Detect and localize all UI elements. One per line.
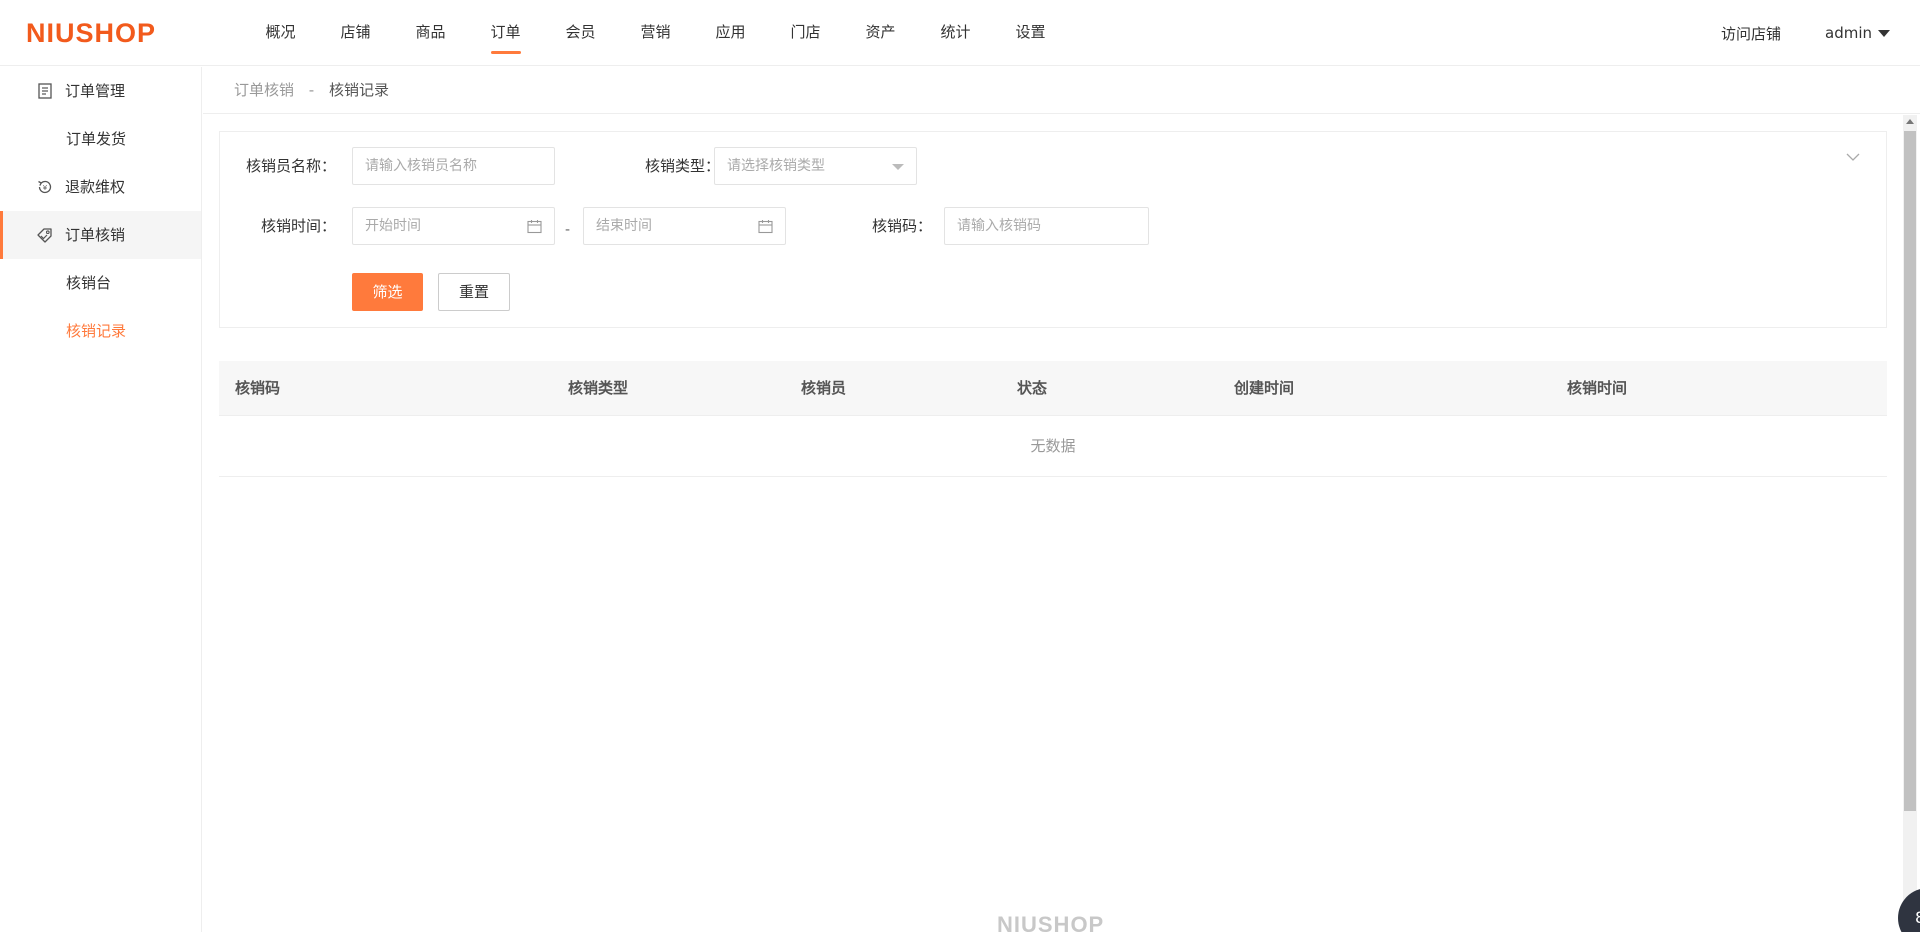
nav-orders[interactable]: 订单: [468, 0, 543, 66]
sidebar-item-label: 退款维权: [65, 178, 126, 196]
nav-assets[interactable]: 资产: [843, 0, 918, 66]
sidebar-item-verification-desk[interactable]: 核销台: [0, 259, 201, 307]
floating-help-button[interactable]: 8: [1898, 888, 1920, 932]
verification-type-select[interactable]: 请选择核销类型: [714, 147, 917, 185]
time-label: 核销时间：: [260, 217, 336, 235]
type-label: 核销类型：: [644, 157, 720, 175]
verification-code-input[interactable]: 请输入核销码: [944, 207, 1149, 245]
sidebar: 订单管理 订单发货 ¥ 退款维权 订单核销 核销台 核销记录: [0, 67, 202, 932]
column-header-code: 核销码: [235, 379, 281, 397]
verify-tag-icon: [37, 228, 52, 243]
start-time-input[interactable]: 开始时间: [352, 207, 555, 245]
column-header-status: 状态: [1017, 379, 1048, 397]
user-menu[interactable]: admin: [1825, 24, 1890, 42]
range-separator: -: [565, 222, 571, 238]
scrollbar-thumb[interactable]: [1904, 131, 1916, 811]
table-header: 核销码 核销类型 核销员 状态 创建时间 核销时间: [219, 361, 1887, 416]
footer-logo: NIUSHOP: [997, 912, 1105, 932]
nav-store[interactable]: 店铺: [318, 0, 393, 66]
filter-button[interactable]: 筛选: [352, 273, 423, 311]
scroll-up-arrow-icon[interactable]: [1906, 119, 1914, 124]
code-label: 核销码：: [871, 217, 932, 235]
calendar-icon: [527, 220, 542, 234]
top-header: NIUSHOP 概况 店铺 商品 订单 会员 营销 应用 门店 资产 统计 设置…: [0, 0, 1920, 66]
header-right: 访问店铺 admin: [1721, 0, 1890, 66]
niushop-logo[interactable]: NIUSHOP: [26, 18, 156, 49]
breadcrumb: 订单核销 - 核销记录: [203, 67, 1920, 114]
breadcrumb-parent[interactable]: 订单核销: [234, 81, 294, 99]
sidebar-item-refund[interactable]: ¥ 退款维权: [0, 163, 201, 211]
sidebar-item-order-delivery[interactable]: 订单发货: [0, 115, 201, 163]
empty-state: 无数据: [219, 416, 1887, 477]
nav-statistics[interactable]: 统计: [918, 0, 993, 66]
reset-button[interactable]: 重置: [438, 273, 510, 311]
column-header-type: 核销类型: [568, 379, 629, 397]
chevron-down-icon: [892, 164, 904, 170]
sidebar-item-order-management[interactable]: 订单管理: [0, 67, 201, 115]
calendar-icon: [758, 220, 773, 234]
nav-settings[interactable]: 设置: [993, 0, 1068, 66]
document-icon: [38, 83, 52, 99]
verifier-name-input[interactable]: 请输入核销员名称: [352, 147, 555, 185]
verification-type-placeholder: 请选择核销类型: [727, 158, 825, 174]
refund-icon: ¥: [38, 180, 52, 194]
verification-records-table: 核销码 核销类型 核销员 状态 创建时间 核销时间 无数据: [219, 361, 1887, 477]
svg-text:¥: ¥: [43, 184, 48, 192]
collapse-chevron-icon[interactable]: [1846, 150, 1860, 164]
column-header-verifier: 核销员: [801, 379, 847, 397]
start-time-placeholder: 开始时间: [365, 218, 421, 234]
username: admin: [1825, 24, 1872, 42]
sidebar-item-verification-records[interactable]: 核销记录: [0, 307, 201, 355]
nav-goods[interactable]: 商品: [393, 0, 468, 66]
sidebar-item-label: 订单核销: [65, 226, 126, 244]
sidebar-item-order-verification[interactable]: 订单核销: [0, 211, 201, 259]
column-header-verified-time: 核销时间: [1567, 379, 1628, 397]
visit-store-link[interactable]: 访问店铺: [1721, 23, 1781, 44]
nav-shops[interactable]: 门店: [768, 0, 843, 66]
nav-members[interactable]: 会员: [543, 0, 618, 66]
end-time-input[interactable]: 结束时间: [583, 207, 786, 245]
nav-overview[interactable]: 概况: [243, 0, 318, 66]
top-nav: 概况 店铺 商品 订单 会员 营销 应用 门店 资产 统计 设置: [243, 0, 1068, 66]
verifier-label: 核销员名称：: [245, 157, 336, 175]
vertical-scrollbar[interactable]: [1903, 115, 1917, 932]
breadcrumb-separator: -: [308, 81, 315, 99]
filter-panel: 核销员名称： 请输入核销员名称 核销类型： 请选择核销类型 核销时间： 开始时间…: [219, 131, 1887, 328]
nav-apps[interactable]: 应用: [693, 0, 768, 66]
sidebar-item-label: 订单管理: [65, 82, 126, 100]
nav-marketing[interactable]: 营销: [618, 0, 693, 66]
caret-down-icon: [1878, 29, 1890, 37]
breadcrumb-current: 核销记录: [329, 81, 390, 99]
column-header-created-time: 创建时间: [1234, 379, 1295, 397]
end-time-placeholder: 结束时间: [596, 218, 652, 234]
